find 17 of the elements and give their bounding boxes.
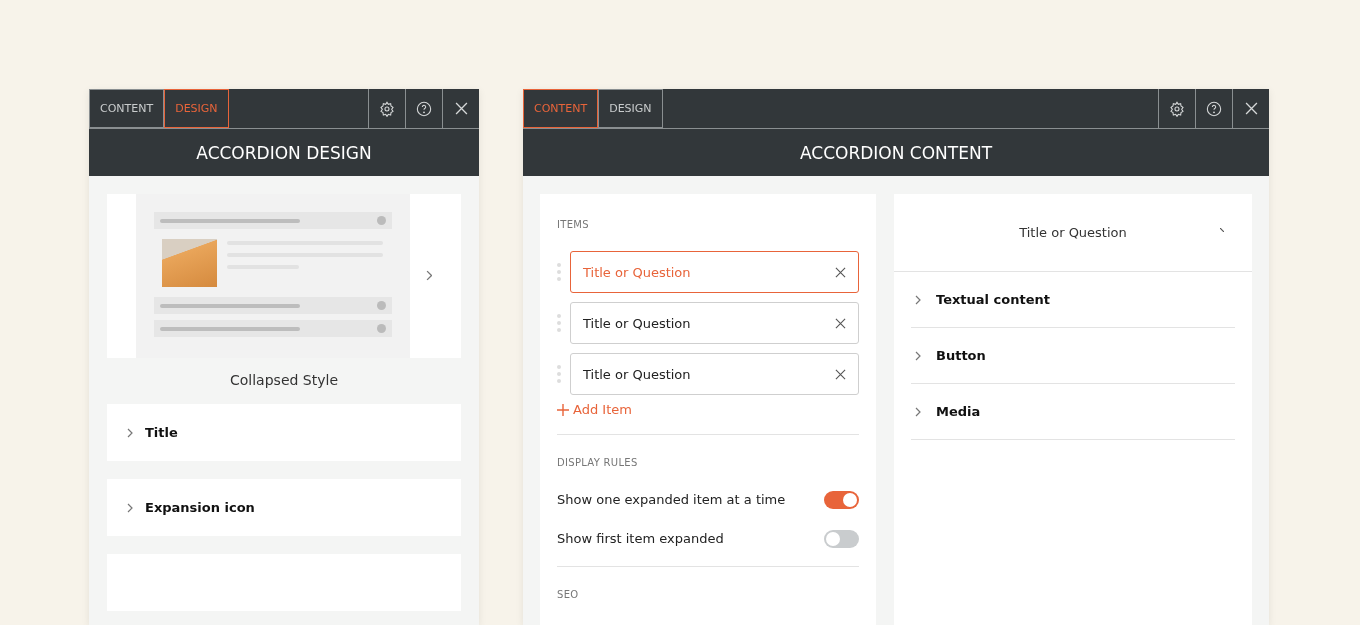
section-label: ITEMS [557, 219, 590, 230]
panel-title: ACCORDION CONTENT [799, 142, 993, 163]
rule-label: Show first item expanded [557, 531, 724, 546]
preview-title: Title or Question [1019, 225, 1127, 240]
panel-tab[interactable]: DESIGN [164, 89, 229, 128]
design-section[interactable]: Title [107, 404, 461, 461]
panel-tab[interactable]: CONTENT [523, 89, 599, 128]
panel-title: ACCORDION DESIGN [196, 142, 372, 163]
panel-tab[interactable]: DESIGN [598, 89, 663, 128]
design-section[interactable]: Expansion icon [107, 479, 461, 536]
section-label: DISPLAY RULES [557, 457, 639, 468]
item-input-field[interactable]: Title or Question [570, 302, 859, 344]
section-label: SEO [557, 589, 580, 600]
rule-label: Show one expanded item at a time [557, 492, 786, 507]
item-input-field[interactable]: Title or Question [570, 353, 859, 395]
style-caption: Collapsed Style [229, 372, 339, 388]
panel-tab[interactable]: CONTENT [89, 89, 165, 128]
